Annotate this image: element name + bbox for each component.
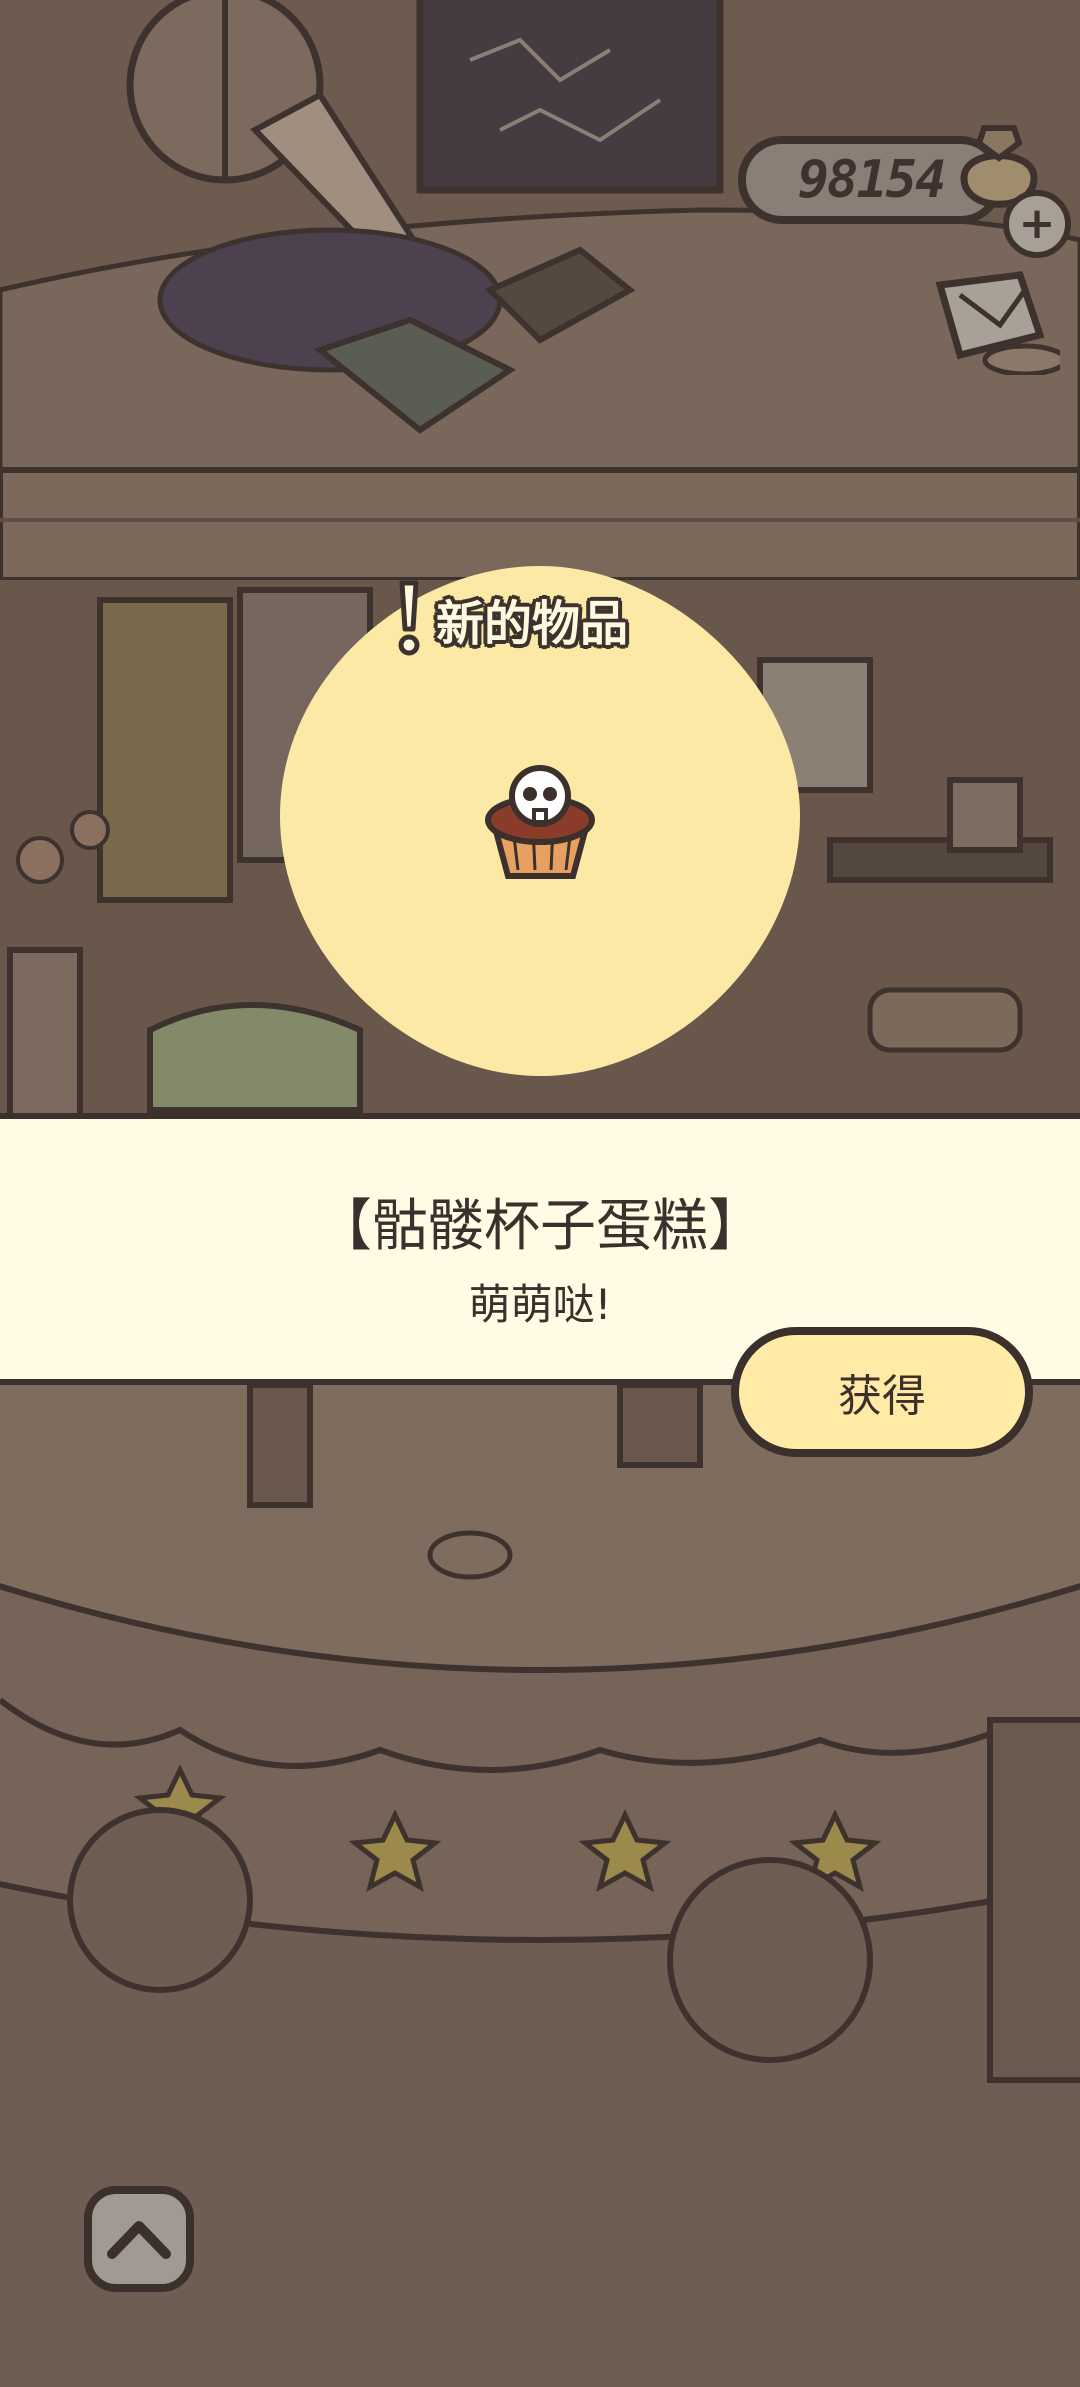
coin-amount: 98154 bbox=[797, 150, 947, 210]
notice-title-text: 新的物品 bbox=[436, 596, 629, 652]
collapse-button[interactable] bbox=[84, 2186, 194, 2292]
exclamation-icon bbox=[398, 580, 420, 656]
new-item-notice: 新的物品 bbox=[392, 580, 629, 656]
add-coins-button[interactable]: + bbox=[1003, 190, 1071, 258]
chevron-up-icon bbox=[107, 2221, 171, 2259]
game-screen: 新的物品 98154 + 【骷髅杯子蛋糕】 萌萌哒! 获得 bbox=[0, 0, 1080, 2387]
mailbox-icon[interactable] bbox=[930, 265, 1060, 375]
skull-cupcake-icon bbox=[485, 765, 595, 879]
plus-icon: + bbox=[1018, 198, 1056, 249]
obtain-button[interactable]: 获得 bbox=[731, 1327, 1033, 1457]
item-name: 【骷髅杯子蛋糕】 bbox=[316, 1194, 764, 1259]
item-description: 萌萌哒! bbox=[468, 1280, 612, 1329]
